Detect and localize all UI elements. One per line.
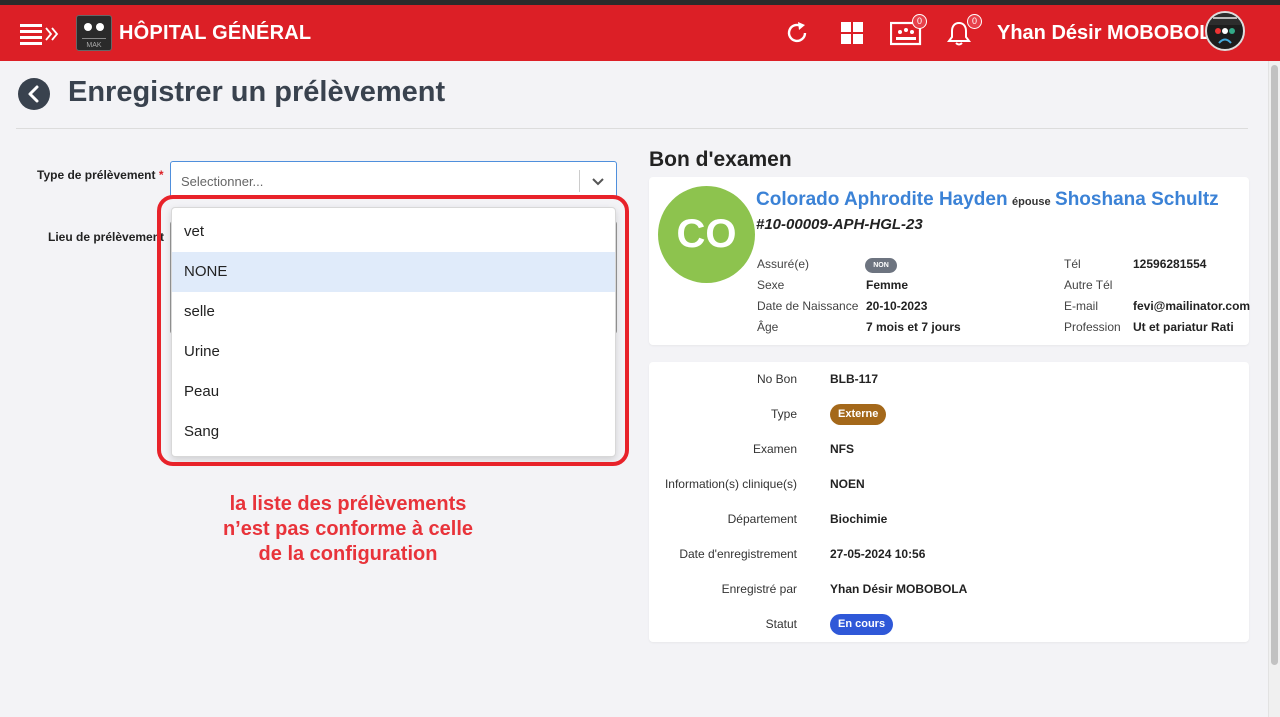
annotation-highlight-box	[157, 195, 629, 466]
patient-avatar: CO	[658, 186, 755, 283]
dob-label: Date de Naissance	[757, 299, 859, 313]
type-prelevement-label: Type de prélèvement *	[37, 168, 164, 182]
statut-label: Statut	[765, 617, 797, 631]
bell-icon[interactable]: 0	[945, 14, 982, 47]
patient-full-name[interactable]: Colorado Aphrodite Hayden	[756, 189, 1008, 210]
age-label: Âge	[757, 320, 779, 334]
patient-id: #10-00009-APH-HGL-23	[756, 216, 923, 233]
exam-details-card: No Bon BLB-117 Type Externe Examen NFS I…	[649, 362, 1249, 642]
patient-name[interactable]: Colorado Aphrodite Hayden épouse Shoshan…	[756, 189, 1219, 211]
inbox-icon[interactable]: 0	[889, 14, 927, 47]
user-name[interactable]: Yhan Désir MOBOBOLA	[997, 22, 1226, 45]
assure-label: Assuré(e)	[757, 257, 810, 271]
header-divider	[16, 128, 1248, 129]
enregistre-par-label: Enregistré par	[721, 582, 797, 596]
no-bon-label: No Bon	[756, 372, 797, 386]
info-clinique-label: Information(s) clinique(s)	[664, 477, 797, 491]
spouse-prefix: épouse	[1012, 196, 1051, 208]
tel-value: 12596281554	[1133, 257, 1207, 271]
autre-tel-label: Autre Tél	[1064, 278, 1113, 292]
sexe-value: Femme	[866, 278, 909, 292]
examen-label: Examen	[752, 442, 797, 456]
departement-label: Département	[727, 512, 797, 526]
page-scrollbar[interactable]	[1268, 61, 1280, 717]
info-clinique-value: NOEN	[830, 477, 865, 491]
profession-label: Profession	[1064, 320, 1121, 334]
logo-text: MAK	[86, 42, 102, 49]
scrollbar-thumb[interactable]	[1271, 65, 1278, 665]
type-label: Type	[770, 407, 797, 421]
notifications-count-badge: 0	[967, 14, 982, 29]
select-separator	[579, 170, 580, 192]
age-value: 7 mois et 7 jours	[866, 320, 961, 334]
patient-card: CO Colorado Aphrodite Hayden épouse Shos…	[649, 177, 1251, 345]
no-bon-value: BLB-117	[830, 372, 879, 386]
spouse-name[interactable]: Shoshana Schultz	[1055, 189, 1219, 210]
examen-value: NFS	[830, 442, 854, 456]
lieu-prelevement-label: Lieu de prélèvement	[48, 230, 165, 244]
status-badge: En cours	[830, 614, 894, 635]
type-prelevement-select[interactable]: Selectionner...	[170, 161, 617, 199]
email-value: fevi@mailinator.com	[1133, 299, 1251, 313]
refresh-icon[interactable]	[783, 19, 811, 47]
page-title: Enregistrer un prélèvement	[68, 76, 446, 108]
date-enregistrement-label: Date d'enregistrement	[679, 547, 797, 561]
date-enregistrement-value: 27-05-2024 10:56	[830, 547, 926, 561]
annotation-text: la liste des prélèvements n’est pas conf…	[198, 492, 498, 567]
required-mark: *	[158, 168, 164, 182]
top-navbar: MAK HÔPITAL GÉNÉRAL 0 0 Yhan Désir MOBOB…	[0, 5, 1280, 61]
annotation-line: n’est pas conforme à celle	[222, 518, 474, 540]
bon-examen-title: Bon d'examen	[649, 148, 792, 171]
chevron-down-icon[interactable]	[590, 173, 606, 189]
inbox-count-badge: 0	[912, 14, 927, 29]
type-badge: Externe	[830, 404, 887, 425]
user-avatar[interactable]	[1205, 11, 1245, 51]
profession-value: Ut et pariatur Rati	[1133, 320, 1234, 334]
chevron-left-icon	[28, 85, 39, 103]
sexe-label: Sexe	[757, 278, 785, 292]
back-button[interactable]	[18, 78, 50, 110]
annotation-line: de la configuration	[258, 543, 438, 565]
app-title: HÔPITAL GÉNÉRAL	[119, 22, 312, 44]
app-logo: MAK	[76, 15, 112, 51]
assure-badge: NON	[865, 258, 897, 273]
departement-value: Biochimie	[830, 512, 888, 526]
tel-label: Tél	[1064, 257, 1081, 271]
menu-expand-icon[interactable]	[20, 22, 60, 46]
dob-value: 20-10-2023	[866, 299, 928, 313]
apps-grid-icon[interactable]	[838, 19, 866, 47]
enregistre-par-value: Yhan Désir MOBOBOLA	[830, 582, 968, 596]
email-label: E-mail	[1064, 299, 1099, 313]
annotation-line: la liste des prélèvements	[229, 493, 467, 515]
type-prelevement-placeholder: Selectionner...	[181, 174, 264, 189]
